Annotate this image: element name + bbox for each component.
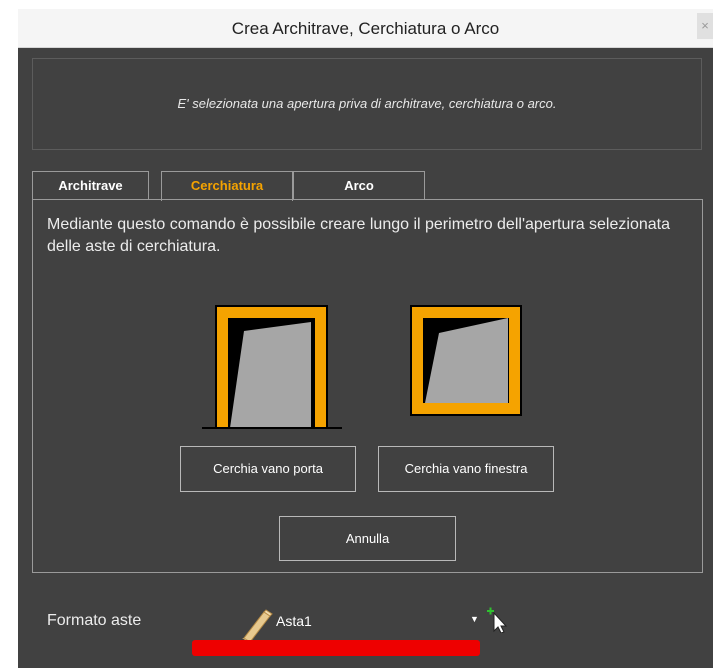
message-box: E' selezionata una apertura priva di arc… (32, 58, 702, 150)
beam-icon (242, 609, 273, 642)
close-button[interactable]: × (697, 13, 713, 39)
chevron-down-icon[interactable]: ▼ (470, 614, 479, 624)
dialog-window: Crea Architrave, Cerchiatura o Arco × E'… (18, 9, 713, 668)
tab-cerchiatura[interactable]: Cerchiatura (161, 171, 293, 201)
tab-architrave[interactable]: Architrave (32, 171, 149, 200)
door-frame-button[interactable]: Cerchia vano porta (180, 446, 356, 492)
panel-description: Mediante questo comando è possibile crea… (47, 216, 670, 255)
bar-format-selector[interactable]: Asta1 ▼ (240, 607, 520, 642)
cancel-button[interactable]: Annulla (279, 516, 456, 561)
pick-cursor-icon[interactable] (486, 607, 508, 633)
window-title: Crea Architrave, Cerchiatura o Arco (231, 19, 500, 38)
message-text: E' selezionata una apertura priva di arc… (177, 96, 557, 111)
title-bar: Crea Architrave, Cerchiatura o Arco × (18, 9, 713, 48)
window-frame-button[interactable]: Cerchia vano finestra (378, 446, 554, 492)
red-highlight-mark (192, 640, 480, 656)
door-frame-illustration (202, 305, 342, 429)
bar-format-value: Asta1 (276, 613, 312, 629)
window-frame-illustration (410, 305, 522, 416)
bar-format-label: Formato aste (47, 612, 142, 629)
tab-arco[interactable]: Arco (293, 171, 425, 200)
tab-panel-cerchiatura: Mediante questo comando è possibile crea… (32, 199, 703, 573)
